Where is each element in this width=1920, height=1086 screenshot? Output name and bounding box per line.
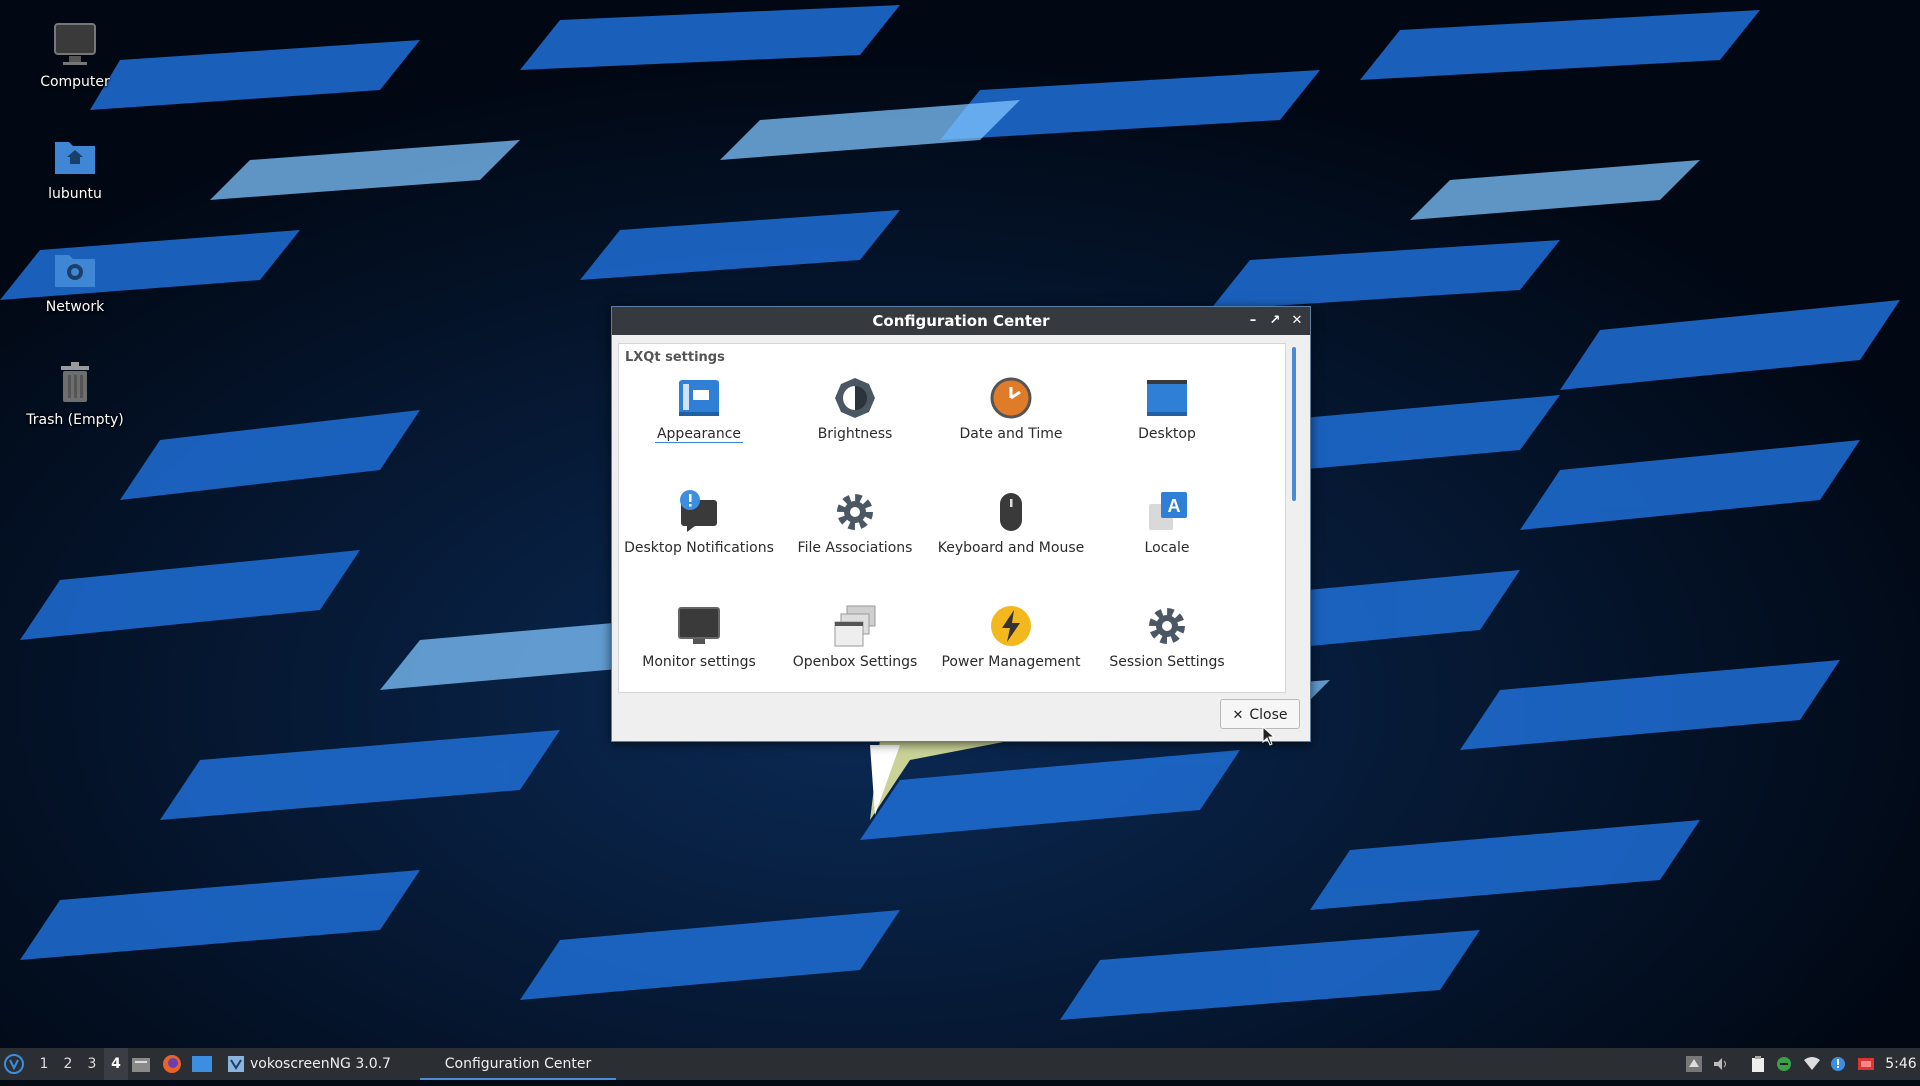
recording-icon[interactable] bbox=[1858, 1056, 1874, 1072]
settings-item-power-management[interactable]: Power Management bbox=[933, 604, 1089, 692]
settings-item-date-and-time[interactable]: Date and Time bbox=[933, 376, 1089, 490]
clock-icon bbox=[989, 376, 1033, 420]
notification-tray-icon[interactable] bbox=[1830, 1056, 1846, 1072]
file-manager-icon bbox=[132, 1058, 150, 1072]
workspace-1[interactable]: 1 bbox=[32, 1048, 56, 1080]
settings-item-label: File Associations bbox=[797, 540, 913, 556]
desktop-icon-label: Computer bbox=[40, 74, 110, 90]
appearance-icon bbox=[677, 376, 721, 420]
window-controls: – ↗ ✕ bbox=[1246, 307, 1304, 335]
mouse-cursor-icon bbox=[1262, 726, 1276, 746]
desktop-icon-network[interactable]: Network bbox=[10, 245, 140, 315]
desktop-icon-label: Trash (Empty) bbox=[26, 412, 124, 428]
gear-icon bbox=[1145, 604, 1189, 648]
settings-item-appearance[interactable]: Appearance bbox=[621, 376, 777, 490]
wifi-icon[interactable] bbox=[1804, 1056, 1820, 1072]
show-desktop-button[interactable] bbox=[192, 1048, 216, 1080]
window-title: Configuration Center bbox=[872, 312, 1050, 330]
task-label: Configuration Center bbox=[444, 1056, 592, 1072]
settings-item-label: Desktop Notifications bbox=[624, 540, 774, 556]
firefox-icon bbox=[163, 1055, 181, 1073]
gear-icon bbox=[833, 490, 877, 534]
settings-item-keyboard-and-mouse[interactable]: Keyboard and Mouse bbox=[933, 490, 1089, 604]
locale-icon: A bbox=[1145, 490, 1189, 534]
mouse-icon bbox=[989, 490, 1033, 534]
clock[interactable]: 5:46 bbox=[1884, 1048, 1918, 1080]
settings-item-label: Date and Time bbox=[959, 426, 1063, 442]
vokoscreen-icon bbox=[228, 1056, 244, 1072]
minimize-icon[interactable]: – bbox=[1246, 314, 1260, 328]
tray-up-arrow-icon[interactable] bbox=[1686, 1056, 1702, 1072]
settings-item-desktop[interactable]: Desktop bbox=[1089, 376, 1245, 490]
network-folder-icon bbox=[51, 245, 99, 293]
desktop-icon-trash[interactable]: Trash (Empty) bbox=[10, 358, 140, 428]
settings-list: LXQt settings Appearance Brightness Date… bbox=[618, 343, 1286, 693]
computer-icon bbox=[51, 20, 99, 68]
settings-item-label: Appearance bbox=[654, 426, 744, 443]
task-vokoscreen[interactable]: vokoscreenNG 3.0.7 bbox=[224, 1048, 414, 1080]
desktop-icon bbox=[1145, 376, 1189, 420]
settings-item-label: Monitor settings bbox=[642, 654, 756, 670]
monitor-icon bbox=[677, 604, 721, 648]
desktop-icon-label: Network bbox=[45, 299, 105, 315]
configuration-center-window: Configuration Center – ↗ ✕ LXQt settings… bbox=[611, 306, 1311, 742]
settings-grid: Appearance Brightness Date and Time Desk… bbox=[619, 376, 1261, 692]
section-title: LXQt settings bbox=[625, 350, 725, 365]
settings-item-label: Brightness bbox=[817, 426, 893, 442]
home-folder-icon bbox=[51, 132, 99, 180]
firefox-launcher[interactable] bbox=[162, 1048, 186, 1080]
settings-item-label: Openbox Settings bbox=[792, 654, 918, 670]
task-configuration-center[interactable]: Configuration Center bbox=[420, 1048, 616, 1080]
show-desktop-icon bbox=[192, 1056, 212, 1072]
desktop-icon-computer[interactable]: Computer bbox=[10, 20, 140, 90]
settings-item-label: Power Management bbox=[941, 654, 1081, 670]
trash-icon bbox=[51, 358, 99, 406]
taskbar: 1 2 3 4 vokoscreenNG 3.0.7 Configuration… bbox=[0, 1048, 1920, 1080]
openbox-icon bbox=[833, 604, 877, 648]
power-icon bbox=[989, 604, 1033, 648]
workspace-4[interactable]: 4 bbox=[104, 1048, 128, 1080]
svg-text:A: A bbox=[1168, 496, 1181, 516]
close-icon: ✕ bbox=[1232, 708, 1244, 723]
notifications-icon bbox=[677, 490, 721, 534]
file-manager-launcher[interactable] bbox=[132, 1048, 156, 1080]
settings-item-label: Keyboard and Mouse bbox=[937, 540, 1085, 556]
settings-item-brightness[interactable]: Brightness bbox=[777, 376, 933, 490]
settings-item-file-associations[interactable]: File Associations bbox=[777, 490, 933, 604]
close-button-label: Close bbox=[1249, 707, 1288, 723]
settings-item-label: Session Settings bbox=[1109, 654, 1225, 670]
workspace-3[interactable]: 3 bbox=[80, 1048, 104, 1080]
settings-item-desktop-notifications[interactable]: Desktop Notifications bbox=[621, 490, 777, 604]
vertical-scrollbar[interactable] bbox=[1292, 347, 1296, 501]
settings-item-monitor-settings[interactable]: Monitor settings bbox=[621, 604, 777, 692]
update-icon[interactable] bbox=[1776, 1056, 1792, 1072]
volume-icon[interactable] bbox=[1712, 1056, 1728, 1072]
close-button[interactable]: ✕ Close bbox=[1220, 699, 1300, 729]
close-icon[interactable]: ✕ bbox=[1290, 314, 1304, 328]
brightness-icon bbox=[833, 376, 877, 420]
settings-item-locale[interactable]: A Locale bbox=[1089, 490, 1245, 604]
settings-item-label: Desktop bbox=[1138, 426, 1196, 442]
clipboard-icon[interactable] bbox=[1750, 1056, 1766, 1072]
task-label: vokoscreenNG 3.0.7 bbox=[250, 1056, 391, 1072]
lubuntu-logo-icon bbox=[4, 1054, 24, 1074]
desktop-icon-label: lubuntu bbox=[48, 186, 102, 202]
settings-item-label: Locale bbox=[1144, 540, 1190, 556]
workspace-2[interactable]: 2 bbox=[56, 1048, 80, 1080]
desktop-icon-lubuntu[interactable]: lubuntu bbox=[10, 132, 140, 202]
start-menu-button[interactable] bbox=[4, 1048, 30, 1080]
titlebar[interactable]: Configuration Center – ↗ ✕ bbox=[612, 307, 1310, 335]
settings-item-openbox-settings[interactable]: Openbox Settings bbox=[777, 604, 933, 692]
maximize-icon[interactable]: ↗ bbox=[1268, 314, 1282, 328]
settings-item-session-settings[interactable]: Session Settings bbox=[1089, 604, 1245, 692]
